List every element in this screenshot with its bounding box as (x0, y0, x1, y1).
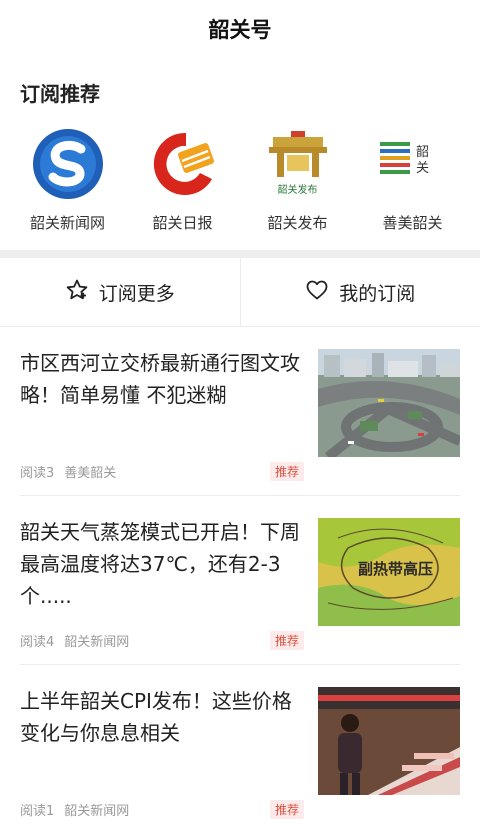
news-title: 上半年韶关CPI发布！这些价格变化与你息息相关 (20, 685, 304, 749)
news-source: 善美韶关 (64, 462, 116, 481)
recommend-item-sgfb[interactable]: 韶关发布 韶关发布 (243, 126, 353, 250)
sgrb-logo (145, 126, 221, 202)
news-item[interactable]: 韶关天气蒸笼模式已开启！下周最高温度将达37℃，还有2-3个..... 阅读4 … (20, 496, 460, 665)
recommend-label: 韶关发布 (267, 212, 327, 233)
news-meta: 阅读1 韶关新闻网 推荐 (20, 800, 304, 819)
page-title: 韶关号 (209, 14, 272, 44)
recommend-tag: 推荐 (270, 800, 304, 819)
subscribe-more-label: 订阅更多 (99, 279, 175, 306)
recommend-tag: 推荐 (270, 631, 304, 650)
sgfb-logo: 韶关发布 (260, 126, 336, 202)
my-subscriptions-label: 我的订阅 (339, 279, 415, 306)
news-meta: 阅读4 韶关新闻网 推荐 (20, 631, 304, 650)
news-title: 市区西河立交桥最新通行图文攻略！简单易懂 不犯迷糊 (20, 347, 304, 411)
subscribe-more-button[interactable]: 订阅更多 (0, 258, 240, 326)
subscribe-actions: 订阅更多 我的订阅 (0, 258, 480, 327)
heart-icon (305, 278, 329, 307)
smsg-logo: 韶 关 (375, 126, 451, 202)
news-item[interactable]: 上半年韶关CPI发布！这些价格变化与你息息相关 阅读1 韶关新闻网 推荐 (20, 665, 460, 833)
read-count: 阅读4 (20, 631, 54, 650)
recommend-label: 韶关日报 (152, 212, 212, 233)
recommend-item-sgrb[interactable]: 韶关日报 (128, 126, 238, 250)
recommend-label: 韶关新闻网 (30, 212, 105, 233)
recommend-list: 韶关新闻网 韶关日报 韶关发布 韶关发布 (0, 112, 480, 250)
weather-map-label: 副热带高压 (358, 558, 433, 579)
news-source: 韶关新闻网 (64, 800, 129, 819)
recommend-label: 善美韶关 (382, 212, 442, 233)
recommend-tag: 推荐 (270, 462, 304, 481)
news-thumbnail (318, 349, 460, 457)
news-item[interactable]: 市区西河立交桥最新通行图文攻略！简单易懂 不犯迷糊 阅读3 善美韶关 推荐 (20, 327, 460, 496)
recommend-item-smsg[interactable]: 韶 关 善美韶关 (358, 126, 468, 250)
sgfb-logo-text: 韶关发布 (278, 181, 318, 196)
my-subscriptions-button[interactable]: 我的订阅 (240, 258, 480, 326)
read-count: 阅读3 (20, 462, 54, 481)
news-source: 韶关新闻网 (64, 631, 129, 650)
news-title: 韶关天气蒸笼模式已开启！下周最高温度将达37℃，还有2-3个..... (20, 516, 304, 612)
sgxw-logo (30, 126, 106, 202)
star-icon (65, 278, 89, 307)
news-list: 市区西河立交桥最新通行图文攻略！简单易懂 不犯迷糊 阅读3 善美韶关 推荐 (0, 327, 480, 833)
top-bar: 韶关号 (0, 0, 480, 58)
news-meta: 阅读3 善美韶关 推荐 (20, 462, 304, 481)
news-thumbnail: 副热带高压 (318, 518, 460, 626)
news-thumbnail (318, 687, 460, 795)
recommend-title: 订阅推荐 (0, 58, 480, 112)
section-divider (0, 250, 480, 258)
recommend-item-sgxw[interactable]: 韶关新闻网 (13, 126, 123, 250)
read-count: 阅读1 (20, 800, 54, 819)
svg-text:关: 关 (416, 161, 429, 176)
svg-text:韶: 韶 (416, 144, 429, 160)
